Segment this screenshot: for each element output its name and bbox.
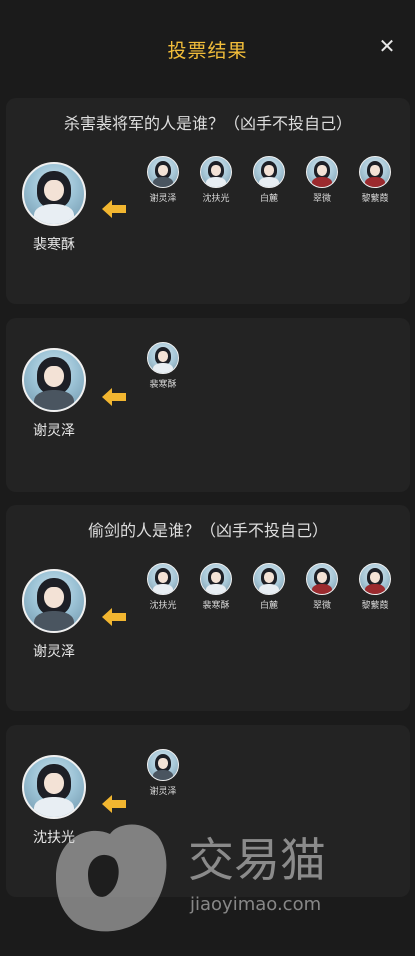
voter-item: 裴寒酥 <box>195 563 237 611</box>
voter-avatar <box>147 156 179 188</box>
watermark-url: jiaoyimao.com <box>189 894 321 915</box>
arrow-left-icon <box>102 388 126 406</box>
voter-name: 沈扶光 <box>202 194 230 204</box>
voter-item: 白麓 <box>248 156 290 204</box>
voter-avatar <box>200 156 232 188</box>
voter-name: 白麓 <box>259 601 278 611</box>
voter-name: 谢灵泽 <box>149 194 177 204</box>
vote-result-card: 杀害裴将军的人是谁？（凶手不投自己） 裴寒酥 谢灵泽 沈扶光 白麓 翠微 黎蘩葭 <box>6 98 410 304</box>
voter-name: 黎蘩葭 <box>361 194 389 204</box>
voter-item: 沈扶光 <box>195 156 237 204</box>
voter-item: 谢灵泽 <box>142 749 184 797</box>
watermark-brand: 交易猫 <box>188 833 326 887</box>
voter-avatar <box>147 749 179 781</box>
voter-item: 黎蘩葭 <box>354 563 396 611</box>
voter-avatar <box>359 156 391 188</box>
target-name: 谢灵泽 <box>33 423 75 439</box>
voter-item: 沈扶光 <box>142 563 184 611</box>
vote-question: 偷剑的人是谁？（凶手不投自己） <box>87 521 328 540</box>
voter-avatar <box>200 563 232 595</box>
voter-item: 翠微 <box>301 156 343 204</box>
voter-name: 裴寒酥 <box>149 380 177 390</box>
target-name: 谢灵泽 <box>33 644 75 660</box>
voter-name: 黎蘩葭 <box>361 601 389 611</box>
voted-target: 谢灵泽 <box>22 569 86 661</box>
page-title: 投票结果 <box>167 40 248 62</box>
voter-name: 白麓 <box>259 194 278 204</box>
voter-item: 翠微 <box>301 563 343 611</box>
voter-avatar <box>147 342 179 374</box>
arrow-left-icon <box>102 200 126 218</box>
target-avatar <box>22 348 86 412</box>
voter-avatar <box>359 563 391 595</box>
voter-avatar <box>253 563 285 595</box>
target-avatar <box>22 569 86 633</box>
voter-name: 谢灵泽 <box>149 787 177 797</box>
target-name: 裴寒酥 <box>33 237 75 253</box>
watermark-logo: 交易猫 jiaoyimao.com <box>56 824 326 932</box>
voter-item: 白麓 <box>248 563 290 611</box>
voter-item: 裴寒酥 <box>142 342 184 390</box>
vote-question: 杀害裴将军的人是谁？（凶手不投自己） <box>63 114 352 133</box>
voter-avatar <box>306 563 338 595</box>
header: 投票结果 ✕ <box>0 0 415 98</box>
voter-name: 翠微 <box>312 601 331 611</box>
close-icon[interactable]: ✕ <box>375 34 399 58</box>
voter-name: 沈扶光 <box>149 601 177 611</box>
voter-name: 翠微 <box>312 194 331 204</box>
voter-name: 裴寒酥 <box>202 601 230 611</box>
voter-item: 谢灵泽 <box>142 156 184 204</box>
voter-avatar <box>253 156 285 188</box>
vote-result-card: 谢灵泽 裴寒酥 <box>6 318 410 492</box>
voter-avatar <box>306 156 338 188</box>
arrow-left-icon <box>102 608 126 626</box>
arrow-left-icon <box>102 795 126 813</box>
voted-target: 谢灵泽 <box>22 348 86 440</box>
voter-item: 黎蘩葭 <box>354 156 396 204</box>
target-avatar <box>22 162 86 226</box>
voted-target: 裴寒酥 <box>22 162 86 254</box>
target-avatar <box>22 755 86 819</box>
voter-avatar <box>147 563 179 595</box>
vote-result-card: 偷剑的人是谁？（凶手不投自己） 谢灵泽 沈扶光 裴寒酥 白麓 翠微 黎蘩葭 <box>6 505 410 711</box>
